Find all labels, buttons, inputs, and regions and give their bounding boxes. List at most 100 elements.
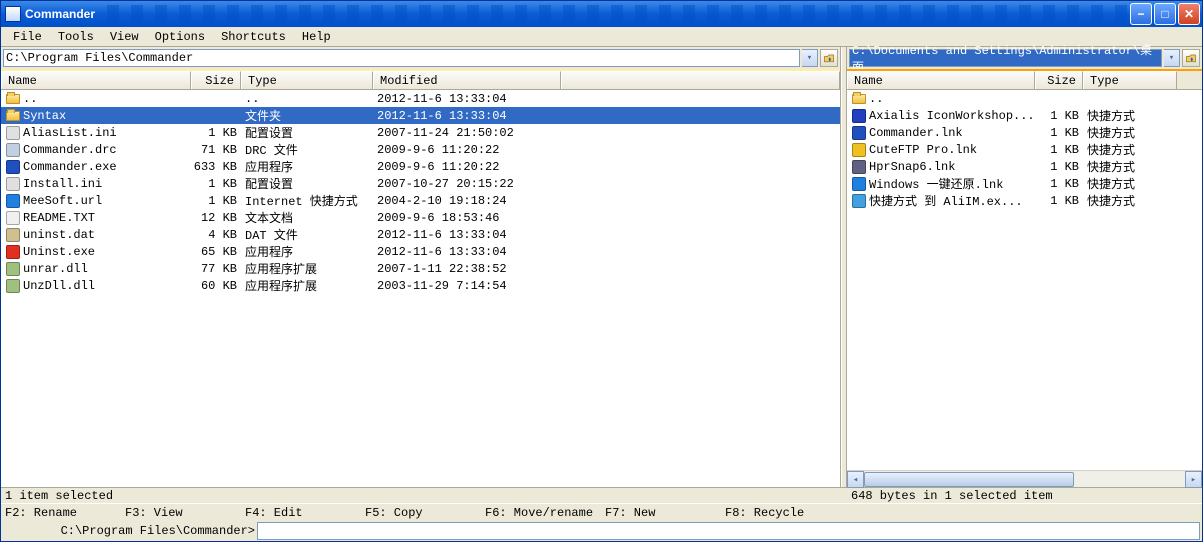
- file-row[interactable]: HprSnap6.lnk1 KB快捷方式: [847, 158, 1202, 175]
- file-icon: [5, 278, 21, 294]
- file-modified: 2012-11-6 13:33:04: [373, 245, 561, 259]
- left-col-modified[interactable]: Modified: [373, 71, 561, 89]
- right-status: 648 bytes in 1 selected item: [847, 487, 1202, 503]
- close-button[interactable]: ✕: [1178, 3, 1200, 25]
- left-path-dropdown[interactable]: ▾: [802, 49, 818, 67]
- file-row[interactable]: AliasList.ini1 KB配置设置2007-11-24 21:50:02: [1, 124, 840, 141]
- file-icon: [5, 261, 21, 277]
- left-path[interactable]: C:\Program Files\Commander: [3, 49, 800, 67]
- fkey-f2[interactable]: F2: Rename: [5, 506, 125, 519]
- menu-options[interactable]: Options: [149, 29, 211, 45]
- cmdline-input[interactable]: [257, 522, 1200, 540]
- menu-tools[interactable]: Tools: [52, 29, 100, 45]
- menu-shortcuts[interactable]: Shortcuts: [215, 29, 292, 45]
- file-name: uninst.dat: [23, 228, 95, 242]
- file-icon: [5, 142, 21, 158]
- file-row[interactable]: UnzDll.dll60 KB应用程序扩展2003-11-29 7:14:54: [1, 277, 840, 294]
- file-icon: [5, 193, 21, 209]
- fkey-f8[interactable]: F8: Recycle: [725, 506, 845, 519]
- file-type: 快捷方式: [1083, 175, 1177, 192]
- file-row[interactable]: Commander.drc71 KBDRC 文件2009-9-6 11:20:2…: [1, 141, 840, 158]
- left-col-size[interactable]: Size: [191, 71, 241, 89]
- right-path-dropdown[interactable]: ▾: [1164, 49, 1180, 67]
- file-row[interactable]: Syntax文件夹2012-11-6 13:33:04: [1, 107, 840, 124]
- file-name: Install.ini: [23, 177, 102, 191]
- right-col-type[interactable]: Type: [1083, 71, 1177, 89]
- file-row[interactable]: ....2012-11-6 13:33:04: [1, 90, 840, 107]
- file-icon: [5, 125, 21, 141]
- file-row[interactable]: Commander.lnk1 KB快捷方式: [847, 124, 1202, 141]
- fkey-f7[interactable]: F7: New directory: [605, 506, 725, 519]
- left-up-button[interactable]: [820, 49, 838, 67]
- scroll-left-button[interactable]: ◂: [847, 471, 864, 488]
- file-row[interactable]: unrar.dll77 KB应用程序扩展2007-1-11 22:38:52: [1, 260, 840, 277]
- file-size: 65 KB: [191, 245, 241, 259]
- right-hscrollbar[interactable]: ◂ ▸: [847, 470, 1202, 487]
- file-name: Commander.drc: [23, 143, 117, 157]
- minimize-button[interactable]: −: [1130, 3, 1152, 25]
- fkey-f5[interactable]: F5: Copy: [365, 506, 485, 519]
- file-row[interactable]: MeeSoft.url1 KBInternet 快捷方式2004-2-10 19…: [1, 192, 840, 209]
- file-size: 1 KB: [1035, 126, 1083, 140]
- fkey-f6[interactable]: F6: Move/rename: [485, 506, 605, 519]
- file-size: 633 KB: [191, 160, 241, 174]
- file-icon: [5, 176, 21, 192]
- scroll-right-button[interactable]: ▸: [1185, 471, 1202, 488]
- file-icon: [5, 244, 21, 260]
- file-modified: 2012-11-6 13:33:04: [373, 92, 561, 106]
- file-row[interactable]: Install.ini1 KB配置设置2007-10-27 20:15:22: [1, 175, 840, 192]
- file-size: 1 KB: [191, 177, 241, 191]
- file-icon: [5, 159, 21, 175]
- file-size: 1 KB: [1035, 143, 1083, 157]
- right-col-name[interactable]: Name: [847, 71, 1035, 89]
- file-type: 应用程序扩展: [241, 260, 373, 277]
- file-modified: 2004-2-10 19:18:24: [373, 194, 561, 208]
- title-bar: Commander − □ ✕: [1, 1, 1202, 27]
- file-size: 1 KB: [1035, 160, 1083, 174]
- left-col-type[interactable]: Type: [241, 71, 373, 89]
- file-row[interactable]: Axialis IconWorkshop...1 KB快捷方式: [847, 107, 1202, 124]
- right-up-button[interactable]: [1182, 49, 1200, 67]
- file-icon: [5, 210, 21, 226]
- left-file-list[interactable]: ....2012-11-6 13:33:04Syntax文件夹2012-11-6…: [1, 90, 840, 487]
- file-icon: [851, 142, 867, 158]
- file-row[interactable]: ..: [847, 90, 1202, 107]
- menu-help[interactable]: Help: [296, 29, 337, 45]
- app-title: Commander: [25, 7, 95, 21]
- file-icon: [851, 108, 867, 124]
- file-size: 71 KB: [191, 143, 241, 157]
- file-row[interactable]: Windows 一键还原.lnk1 KB快捷方式: [847, 175, 1202, 192]
- file-size: 4 KB: [191, 228, 241, 242]
- file-modified: 2009-9-6 11:20:22: [373, 143, 561, 157]
- menu-file[interactable]: File: [7, 29, 48, 45]
- file-name: AliasList.ini: [23, 126, 117, 140]
- right-file-list[interactable]: ..Axialis IconWorkshop...1 KB快捷方式Command…: [847, 90, 1202, 470]
- file-row[interactable]: Commander.exe633 KB应用程序2009-9-6 11:20:22: [1, 158, 840, 175]
- file-type: 文本文档: [241, 209, 373, 226]
- file-size: 60 KB: [191, 279, 241, 293]
- file-row[interactable]: CuteFTP Pro.lnk1 KB快捷方式: [847, 141, 1202, 158]
- file-row[interactable]: 快捷方式 到 AliIM.ex...1 KB快捷方式: [847, 192, 1202, 209]
- right-header: Name Size Type: [847, 71, 1202, 90]
- folder-icon: [851, 91, 867, 107]
- right-path[interactable]: C:\Documents and Settings\Administrator\…: [849, 49, 1162, 67]
- fkey-f4[interactable]: F4: Edit: [245, 506, 365, 519]
- file-modified: 2007-10-27 20:15:22: [373, 177, 561, 191]
- file-row[interactable]: README.TXT12 KB文本文档2009-9-6 18:53:46: [1, 209, 840, 226]
- file-name: Syntax: [23, 109, 66, 123]
- file-row[interactable]: uninst.dat4 KBDAT 文件2012-11-6 13:33:04: [1, 226, 840, 243]
- app-icon: [5, 6, 21, 22]
- right-col-size[interactable]: Size: [1035, 71, 1083, 89]
- maximize-button[interactable]: □: [1154, 3, 1176, 25]
- file-name: HprSnap6.lnk: [869, 160, 955, 174]
- file-type: 快捷方式: [1083, 192, 1177, 209]
- file-type: 应用程序: [241, 243, 373, 260]
- left-col-name[interactable]: Name: [1, 71, 191, 89]
- menu-view[interactable]: View: [104, 29, 145, 45]
- file-type: 应用程序扩展: [241, 277, 373, 294]
- fkey-f3[interactable]: F3: View: [125, 506, 245, 519]
- file-row[interactable]: Uninst.exe65 KB应用程序2012-11-6 13:33:04: [1, 243, 840, 260]
- file-icon: [851, 159, 867, 175]
- file-name: ..: [23, 92, 37, 106]
- scroll-thumb[interactable]: [864, 472, 1074, 487]
